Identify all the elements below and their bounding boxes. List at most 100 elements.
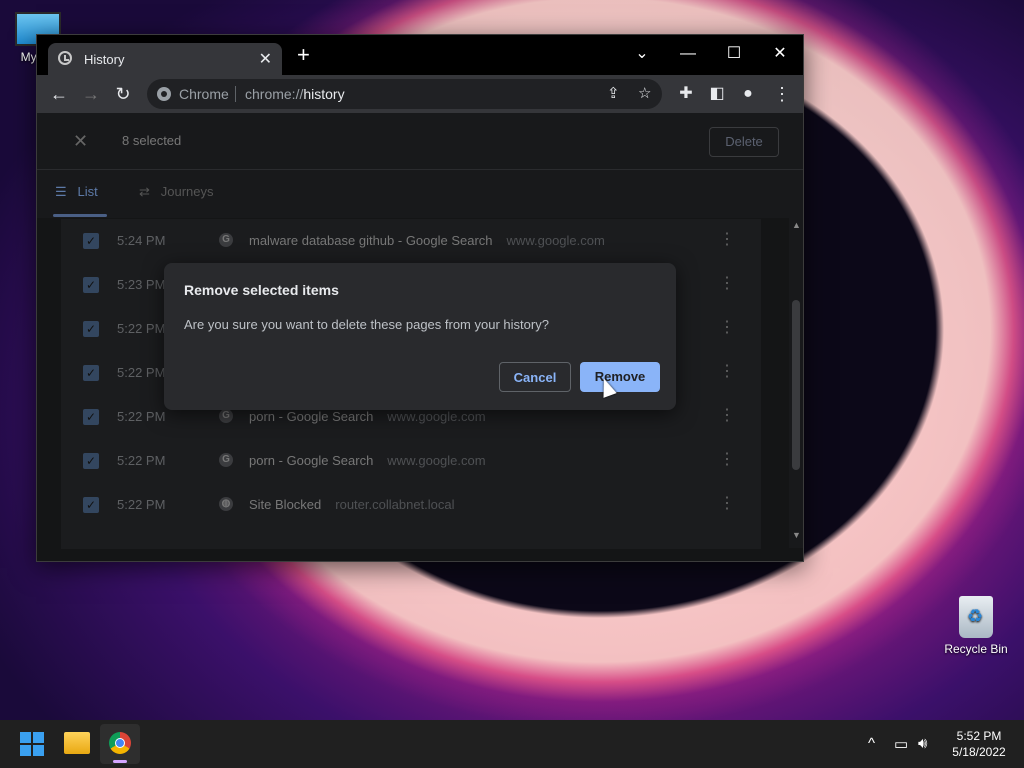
- clock-date: 5/18/2022: [952, 745, 1006, 759]
- row-more-icon[interactable]: ⋮: [719, 229, 735, 249]
- clear-selection-icon[interactable]: ✕: [73, 131, 88, 152]
- row-domain: www.google.com: [506, 233, 605, 248]
- row-domain: www.google.com: [387, 453, 486, 468]
- url-path: history: [303, 86, 345, 102]
- browser-toolbar: ← → ↻ Chrome chrome://history ⇪ ☆ ✚ ◧ ● …: [37, 75, 803, 113]
- minimize-button[interactable]: —: [668, 41, 708, 67]
- volume-icon[interactable]: 🔊︎: [918, 735, 927, 752]
- url-prefix: chrome://: [245, 86, 304, 102]
- delete-button[interactable]: Delete: [709, 127, 779, 157]
- history-row[interactable]: ✓ 5:22 PM ◍ Site Blocked router.collabnet…: [61, 483, 761, 527]
- tab-title: History: [84, 52, 125, 67]
- cancel-button[interactable]: Cancel: [499, 362, 571, 392]
- url-text[interactable]: chrome://history: [245, 86, 345, 102]
- scroll-down-icon[interactable]: ▼: [792, 530, 801, 540]
- remove-button[interactable]: Remove: [580, 362, 660, 392]
- tab-journeys-label: Journeys: [160, 184, 214, 199]
- omnibox-divider: [235, 86, 236, 102]
- side-panel-icon[interactable]: ◧: [706, 83, 728, 105]
- tab-journeys[interactable]: ⇄ Journeys: [139, 184, 213, 200]
- network-icon[interactable]: ▭: [894, 735, 908, 753]
- row-time: 5:22 PM: [117, 321, 166, 336]
- row-title[interactable]: porn - Google Search www.google.com: [249, 409, 486, 424]
- desktop-icon-label: Recycle Bin: [944, 642, 1008, 656]
- row-title[interactable]: porn - Google Search www.google.com: [249, 453, 486, 468]
- recycle-bin-icon: ♻: [959, 596, 993, 638]
- title-bar: History ✕ + ⌄ — ☐ ✕: [37, 35, 803, 75]
- tab-list-label: List: [77, 184, 98, 199]
- dialog-title: Remove selected items: [184, 282, 339, 298]
- tab-history[interactable]: History ✕: [48, 43, 282, 75]
- scrollbar-thumb[interactable]: [792, 300, 800, 470]
- row-domain: router.collabnet.local: [335, 497, 455, 512]
- row-checkbox[interactable]: ✓: [83, 453, 99, 469]
- profile-icon[interactable]: ●: [737, 83, 759, 105]
- row-domain: www.google.com: [387, 409, 486, 424]
- clock-time: 5:52 PM: [956, 729, 1002, 743]
- history-row[interactable]: ✓ 5:24 PM G malware database github - Go…: [61, 219, 761, 263]
- running-indicator: [113, 760, 127, 763]
- google-favicon-icon: G: [219, 233, 233, 247]
- dialog-message: Are you sure you want to delete these pa…: [184, 317, 549, 332]
- row-title[interactable]: Site Blocked router.collabnet.local: [249, 497, 455, 512]
- row-time: 5:22 PM: [117, 365, 166, 380]
- close-window-button[interactable]: ✕: [760, 41, 800, 67]
- chrome-icon: [109, 732, 131, 754]
- selected-count: 8 selected: [122, 133, 182, 148]
- chrome-icon: [157, 87, 171, 101]
- system-clock[interactable]: 5:52 PM 5/18/2022: [946, 728, 1012, 760]
- selection-toolbar: ✕ 8 selected Delete: [37, 113, 803, 170]
- globe-icon: ◍: [219, 497, 233, 511]
- maximize-button[interactable]: ☐: [714, 41, 754, 67]
- row-checkbox[interactable]: ✓: [83, 365, 99, 381]
- tab-close-icon[interactable]: ✕: [259, 49, 272, 69]
- taskbar: ^ ▭ 🔊︎ 5:52 PM 5/18/2022: [0, 720, 1024, 768]
- more-menu-icon[interactable]: ⋮: [771, 83, 793, 105]
- scroll-up-icon[interactable]: ▲: [792, 220, 801, 230]
- row-title-text: Site Blocked: [249, 497, 322, 512]
- row-more-icon[interactable]: ⋮: [719, 493, 735, 513]
- row-more-icon[interactable]: ⋮: [719, 273, 735, 293]
- chrome-taskbar-button[interactable]: [100, 724, 140, 764]
- row-time: 5:24 PM: [117, 233, 166, 248]
- row-title-text: porn - Google Search: [249, 409, 374, 424]
- bookmark-star-icon[interactable]: ☆: [638, 84, 651, 102]
- tray-overflow-icon[interactable]: ^: [868, 735, 875, 752]
- row-more-icon[interactable]: ⋮: [719, 449, 735, 469]
- desktop-icon-recycle-bin[interactable]: ♻ Recycle Bin: [940, 596, 1012, 656]
- google-favicon-icon: G: [219, 409, 233, 423]
- row-more-icon[interactable]: ⋮: [719, 361, 735, 381]
- tab-search-button[interactable]: ⌄: [622, 41, 662, 67]
- back-button[interactable]: ←: [48, 83, 70, 105]
- extensions-icon[interactable]: ✚: [675, 83, 697, 105]
- row-checkbox[interactable]: ✓: [83, 233, 99, 249]
- history-icon: [58, 51, 72, 65]
- row-checkbox[interactable]: ✓: [83, 497, 99, 513]
- row-title-text: malware database github - Google Search: [249, 233, 493, 248]
- row-checkbox[interactable]: ✓: [83, 321, 99, 337]
- reload-button[interactable]: ↻: [112, 83, 134, 105]
- row-time: 5:22 PM: [117, 497, 166, 512]
- file-explorer-icon[interactable]: [64, 732, 90, 754]
- row-time: 5:22 PM: [117, 409, 166, 424]
- scrollbar[interactable]: ▲ ▼: [789, 218, 803, 548]
- row-checkbox[interactable]: ✓: [83, 409, 99, 425]
- row-title-text: porn - Google Search: [249, 453, 374, 468]
- row-title[interactable]: malware database github - Google Search w…: [249, 233, 605, 248]
- google-favicon-icon: G: [219, 453, 233, 467]
- forward-button[interactable]: →: [80, 83, 102, 105]
- row-time: 5:22 PM: [117, 453, 166, 468]
- omnibox-chip: Chrome: [179, 86, 229, 102]
- row-checkbox[interactable]: ✓: [83, 277, 99, 293]
- share-icon[interactable]: ⇪: [607, 84, 620, 102]
- row-more-icon[interactable]: ⋮: [719, 405, 735, 425]
- row-time: 5:23 PM: [117, 277, 166, 292]
- active-tab-indicator: [53, 214, 107, 217]
- history-tabs: ☰ List ⇄ Journeys: [37, 170, 803, 218]
- address-bar[interactable]: Chrome chrome://history ⇪ ☆: [147, 79, 662, 109]
- row-more-icon[interactable]: ⋮: [719, 317, 735, 337]
- start-button[interactable]: [20, 732, 44, 756]
- tab-list[interactable]: ☰ List: [55, 184, 98, 200]
- new-tab-button[interactable]: +: [297, 44, 310, 66]
- history-row[interactable]: ✓ 5:22 PM G porn - Google Search www.goog…: [61, 439, 761, 483]
